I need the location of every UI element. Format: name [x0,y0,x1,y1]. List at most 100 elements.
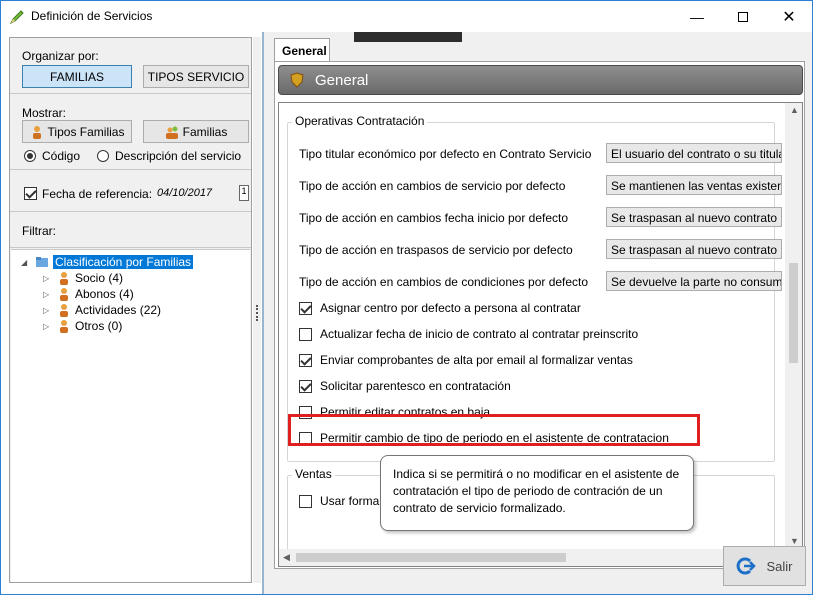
check-row-enviar[interactable]: Enviar comprobantes de alta por email al… [299,353,633,367]
tree-item-label: Otros (0) [75,319,123,333]
tree-item-abonos[interactable]: ▷ Abonos (4) [43,287,134,301]
mostrar-group: Mostrar: Tipos Familias Familias Código … [10,96,251,170]
fecha-label: Fecha de referencia: [42,187,153,201]
condiciones-combo[interactable]: Se devuelve la parte no consumi [606,271,782,291]
people-icon [165,126,178,139]
maximize-icon [738,11,748,22]
check-row-asignar[interactable]: Asignar centro por defecto a persona al … [299,301,581,315]
checkbox[interactable] [299,379,312,393]
close-button[interactable]: ✕ [766,1,812,32]
person-icon [60,304,68,317]
check-row-usar-forma[interactable]: Usar forma [299,494,379,508]
checkbox[interactable] [299,301,312,315]
splitter-grip-icon[interactable] [256,305,258,321]
tree-item-label: Abonos (4) [75,287,134,301]
person-icon [60,272,68,285]
person-icon [60,320,68,333]
window-title: Definición de Servicios [31,9,153,23]
check-label: Asignar centro por defecto a persona al … [320,301,581,315]
row-label: Tipo de acción en cambios de servicio po… [299,179,566,193]
tree-item-actividades[interactable]: ▷ Actividades (22) [43,303,161,317]
checkbox[interactable] [299,327,312,341]
tree-item-socio[interactable]: ▷ Socio (4) [43,271,123,285]
tipos-servicio-button[interactable]: TIPOS SERVICIO [143,65,249,88]
tree-item-label: Socio (4) [75,271,124,285]
maximize-button[interactable] [720,1,766,32]
salir-button[interactable]: Salir [723,546,806,586]
expand-arrow-icon[interactable]: ▷ [43,322,53,331]
shield-icon [290,72,304,88]
close-icon: ✕ [782,8,796,26]
expand-arrow-icon[interactable]: ▷ [43,274,53,283]
ventas-legend: Ventas [292,467,335,481]
organizar-label: Organizar por: [22,49,99,63]
horizontal-scrollbar[interactable]: ◀ ▶ [279,549,785,566]
tooltip: Indica si se permitirá o no modificar en… [380,455,694,531]
tipos-familias-button[interactable]: Tipos Familias [22,120,132,143]
splitter[interactable] [253,37,261,583]
row-label: Tipo titular económico por defecto en Co… [299,147,592,161]
window: Definición de Servicios — ✕ Organizar po… [0,0,813,595]
tipos-familias-label: Tipos Familias [47,124,125,139]
collapse-arrow-icon[interactable]: ◢ [21,258,31,267]
exit-icon [737,557,757,575]
highlight-box [288,414,700,446]
cambio-fecha-combo[interactable]: Se traspasan al nuevo contrato la [606,207,782,227]
codigo-label: Código [42,149,81,163]
fecha-group: Fecha de referencia: 04/10/2017 1 [10,172,251,212]
horizontal-scroll-thumb[interactable] [296,553,566,562]
cambio-servicio-combo[interactable]: Se mantienen las ventas existent [606,175,782,195]
familias2-button[interactable]: Familias [143,120,249,143]
scroll-up-icon[interactable]: ▲ [790,105,799,115]
check-label: Usar forma [320,494,380,508]
vertical-scrollbar[interactable]: ▲ ▼ [785,103,802,550]
expand-arrow-icon[interactable]: ▷ [43,290,53,299]
row-label: Tipo de acción en traspasos de servicio … [299,243,573,257]
header-title: General [315,72,369,89]
salir-label: Salir [766,558,793,574]
operativas-legend: Operativas Contratación [292,114,428,128]
check-row-parentesco[interactable]: Solicitar parentesco en contratación [299,379,511,393]
checkbox[interactable] [299,494,312,508]
fecha-checkbox[interactable] [24,187,37,200]
scroll-down-icon[interactable]: ▼ [790,536,799,546]
check-label: Solicitar parentesco en contratación [320,379,511,393]
tree-item-label: Actividades (22) [75,303,162,317]
filtrar-label: Filtrar: [22,224,56,238]
codigo-radio[interactable] [24,150,36,162]
person-icon [60,288,68,301]
familias2-label: Familias [182,124,228,139]
descripcion-label: Descripción del servicio [115,149,242,163]
family-tree: ◢ Clasificación por Familias ▷ Socio (4)… [11,249,250,582]
section-header: General [278,65,803,95]
mostrar-label: Mostrar: [22,106,67,120]
app-pencil-icon [9,10,24,25]
person-icon [32,125,41,139]
tree-item-otros[interactable]: ▷ Otros (0) [43,319,122,333]
dark-strip [354,32,462,42]
folder-tree-icon [36,257,48,267]
check-row-actualizar[interactable]: Actualizar fecha de inicio de contrato a… [299,327,638,341]
titular-combo[interactable]: El usuario del contrato o su titula [606,143,782,163]
traspaso-combo[interactable]: Se traspasan al nuevo contrato la [606,239,782,259]
expand-arrow-icon[interactable]: ▷ [43,306,53,315]
check-label: Enviar comprobantes de alta por email al… [320,353,633,367]
right-panel: General General Operativas Contratación … [262,32,812,594]
organizar-group: Organizar por: FAMILIAS TIPOS SERVICIO [10,38,251,94]
tree-root-label: Clasificación por Familias [53,255,194,269]
fecha-input[interactable]: 04/10/2017 [157,187,212,199]
calendar-icon[interactable]: 1 [239,185,249,201]
checkbox[interactable] [299,353,312,367]
familias-button[interactable]: FAMILIAS [22,65,132,88]
minimize-icon: — [690,8,704,25]
row-label: Tipo de acción en cambios de condiciones… [299,275,589,289]
left-panel: Organizar por: FAMILIAS TIPOS SERVICIO M… [9,37,252,583]
vertical-scroll-thumb[interactable] [789,263,798,363]
descripcion-radio[interactable] [97,150,109,162]
minimize-button[interactable]: — [674,1,720,32]
title-bar: Definición de Servicios — ✕ [1,1,812,32]
tree-root[interactable]: ◢ Clasificación por Familias [21,255,194,269]
row-label: Tipo de acción en cambios fecha inicio p… [299,211,569,225]
tab-general[interactable]: General [274,38,330,61]
scroll-left-icon[interactable]: ◀ [283,552,290,563]
